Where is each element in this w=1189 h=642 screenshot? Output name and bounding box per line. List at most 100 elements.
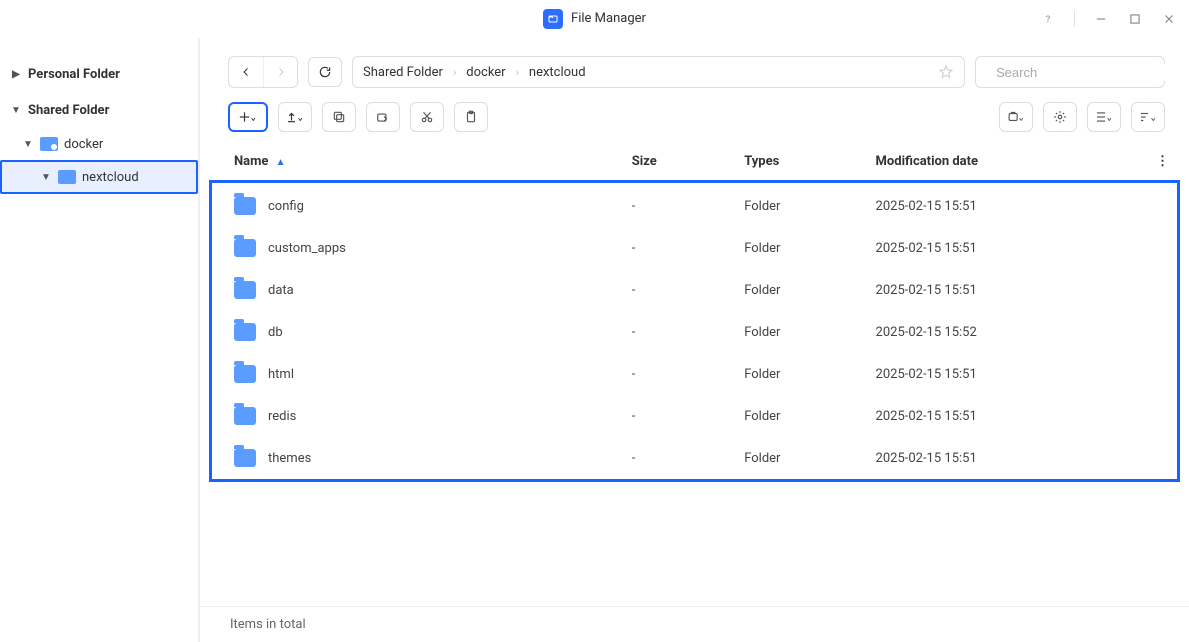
table-row[interactable]: custom_apps -Folder2025-02-15 15:51 xyxy=(212,227,1177,269)
sidebar-item-personal[interactable]: ▶ Personal Folder xyxy=(0,56,198,92)
folder-icon xyxy=(234,365,256,383)
search-box[interactable] xyxy=(975,56,1165,88)
file-type: Folder xyxy=(736,311,867,353)
chevron-right-icon: › xyxy=(516,66,519,79)
sidebar-item-label: Shared Folder xyxy=(28,103,109,118)
sidebar-item-nextcloud[interactable]: ▼ nextcloud xyxy=(0,160,198,194)
file-size: - xyxy=(624,437,736,479)
nav-buttons xyxy=(228,56,298,88)
file-name: config xyxy=(268,199,304,214)
file-modified: 2025-02-15 15:52 xyxy=(868,311,1148,353)
file-type: Folder xyxy=(736,353,867,395)
table-row[interactable]: html -Folder2025-02-15 15:51 xyxy=(212,353,1177,395)
file-type: Folder xyxy=(736,183,867,227)
column-size[interactable]: Size xyxy=(624,142,736,183)
file-size: - xyxy=(624,311,736,353)
status-text: Items in total xyxy=(230,617,306,632)
breadcrumb: Shared Folder › docker › nextcloud xyxy=(352,56,965,88)
column-types[interactable]: Types xyxy=(736,142,867,183)
file-name: redis xyxy=(268,409,296,424)
folder-icon xyxy=(40,137,58,151)
titlebar: File Manager ? xyxy=(0,0,1189,38)
maximize-button[interactable] xyxy=(1127,11,1143,27)
sidebar-item-label: Personal Folder xyxy=(28,67,120,82)
file-name: themes xyxy=(268,451,311,466)
sidebar-item-docker[interactable]: ▼ docker xyxy=(0,128,198,160)
file-type: Folder xyxy=(736,269,867,311)
folder-icon xyxy=(234,323,256,341)
file-table: Name ▲ Size Types Modification date ⋮ co… xyxy=(212,142,1177,479)
column-size-label: Size xyxy=(632,154,657,169)
folder-icon xyxy=(234,197,256,215)
file-type: Folder xyxy=(736,395,867,437)
table-row[interactable]: db -Folder2025-02-15 15:52 xyxy=(212,311,1177,353)
file-type: Folder xyxy=(736,227,867,269)
sidebar-item-label: docker xyxy=(64,137,103,152)
file-size: - xyxy=(624,227,736,269)
table-row[interactable]: themes-Folder2025-02-15 15:51 xyxy=(212,437,1177,479)
table-row[interactable]: config -Folder2025-02-15 15:51 xyxy=(212,183,1177,227)
status-bar: Items in total xyxy=(200,606,1189,642)
help-button[interactable]: ? xyxy=(1040,11,1056,27)
settings-button[interactable] xyxy=(1043,102,1077,132)
cut-button[interactable] xyxy=(410,102,444,132)
sidebar: ▶ Personal Folder ▼ Shared Folder ▼ dock… xyxy=(0,38,200,642)
file-name: html xyxy=(268,367,294,382)
refresh-button[interactable] xyxy=(308,57,342,87)
app-icon xyxy=(543,9,563,29)
sidebar-item-shared[interactable]: ▼ Shared Folder xyxy=(0,92,198,128)
close-button[interactable] xyxy=(1161,11,1177,27)
file-size: - xyxy=(624,353,736,395)
sort-asc-icon: ▲ xyxy=(276,157,286,168)
move-button[interactable] xyxy=(366,102,400,132)
file-name: custom_apps xyxy=(268,241,346,256)
content-pane: Shared Folder › docker › nextcloud xyxy=(200,38,1189,642)
sort-button[interactable] xyxy=(1131,102,1165,132)
new-button[interactable] xyxy=(228,102,268,132)
search-input[interactable] xyxy=(994,64,1174,81)
app-title: File Manager xyxy=(571,11,646,26)
folder-icon xyxy=(234,407,256,425)
file-name: data xyxy=(268,283,294,298)
table-row[interactable]: data -Folder2025-02-15 15:51 xyxy=(212,269,1177,311)
file-modified: 2025-02-15 15:51 xyxy=(868,269,1148,311)
chevron-down-icon: ▼ xyxy=(22,139,34,150)
minimize-button[interactable] xyxy=(1093,11,1109,27)
breadcrumb-part[interactable]: Shared Folder xyxy=(363,65,443,80)
file-modified: 2025-02-15 15:51 xyxy=(868,227,1148,269)
file-size: - xyxy=(624,183,736,227)
back-button[interactable] xyxy=(229,57,263,87)
copy-button[interactable] xyxy=(322,102,356,132)
breadcrumb-part[interactable]: docker xyxy=(466,65,505,80)
chevron-down-icon: ▼ xyxy=(10,105,22,116)
folder-icon xyxy=(234,449,256,467)
file-modified: 2025-02-15 15:51 xyxy=(868,353,1148,395)
column-modified-label: Modification date xyxy=(876,154,979,169)
folder-icon xyxy=(58,170,76,184)
file-modified: 2025-02-15 15:51 xyxy=(868,395,1148,437)
sidebar-item-label: nextcloud xyxy=(82,170,139,185)
breadcrumb-part[interactable]: nextcloud xyxy=(529,65,586,80)
file-size: - xyxy=(624,269,736,311)
svg-text:?: ? xyxy=(1046,14,1051,25)
favorite-button[interactable] xyxy=(938,64,954,80)
file-size: - xyxy=(624,395,736,437)
tools-button[interactable] xyxy=(999,102,1033,132)
upload-button[interactable] xyxy=(278,102,312,132)
divider xyxy=(1074,11,1075,27)
chevron-down-icon: ▼ xyxy=(40,172,52,183)
table-row[interactable]: redis -Folder2025-02-15 15:51 xyxy=(212,395,1177,437)
file-modified: 2025-02-15 15:51 xyxy=(868,437,1148,479)
folder-icon xyxy=(234,239,256,257)
chevron-right-icon: ▶ xyxy=(10,69,22,80)
column-name[interactable]: Name ▲ xyxy=(212,142,624,183)
column-modified[interactable]: Modification date xyxy=(868,142,1148,183)
column-more-button[interactable]: ⋮ xyxy=(1148,142,1177,183)
forward-button[interactable] xyxy=(263,57,297,87)
file-name: db xyxy=(268,325,283,340)
folder-icon xyxy=(234,281,256,299)
file-modified: 2025-02-15 15:51 xyxy=(868,183,1148,227)
view-list-button[interactable] xyxy=(1087,102,1121,132)
chevron-right-icon: › xyxy=(453,66,456,79)
paste-button[interactable] xyxy=(454,102,488,132)
